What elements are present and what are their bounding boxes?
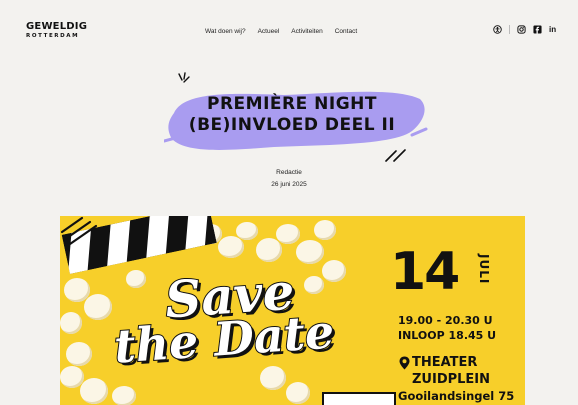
popcorn-piece [218,236,244,258]
poster-address: Gooilandsingel 75 [398,389,515,403]
popcorn-piece [322,260,346,282]
poster-headline-date: the Date [111,303,336,374]
popcorn-piece [256,238,282,262]
nav-item-contact[interactable]: Contact [335,28,357,35]
facebook-icon[interactable] [533,25,542,34]
logo-line-1: GEWELDIG [26,21,88,32]
nav-item-actueel[interactable]: Actueel [258,28,280,35]
popcorn-piece [296,240,324,264]
poster-venue-line-1: THEATER [412,355,478,370]
poster-venue-line-2: ZUIDPLEIN [412,372,491,387]
event-poster-image: Save the Date 14 JULI 19.00 - 20.30 U IN… [60,216,525,405]
title-line-2: (BE)INVLOED DEEL II [188,115,396,135]
nav-item-activiteiten[interactable]: Activiteiten [291,28,322,35]
accessibility-icon[interactable] [493,25,502,34]
popcorn-piece [112,386,136,405]
popcorn-piece [260,366,286,390]
poster-day: 14 [390,242,460,302]
social-links: in [493,25,558,34]
article-author: Redactie [276,169,302,176]
logo-line-2: ROTTERDAM [26,33,80,39]
slash-decoration-icon [385,149,406,162]
popcorn-piece [276,224,300,244]
popcorn-piece [236,222,258,240]
popcorn-piece [66,342,92,366]
linkedin-icon[interactable]: in [549,25,558,34]
main-nav: Wat doen wij? Actueel Activiteiten Conta… [205,28,357,35]
popcorn-piece [126,270,146,288]
nav-item-wat-doen-wij[interactable]: Wat doen wij? [205,28,246,35]
stripe-decoration-icon [60,216,98,246]
page-title: PREMIÈRE NIGHT (BE)INVLOED DEEL II [160,94,424,136]
social-divider [509,25,510,34]
poster-sign-decoration [322,392,396,405]
popcorn-piece [314,220,336,240]
poster-time: 19.00 - 20.30 U [398,314,493,327]
site-logo[interactable]: GEWELDIG ROTTERDAM [26,22,87,40]
popcorn-piece [80,378,108,404]
page: GEWELDIG ROTTERDAM Wat doen wij? Actueel… [0,0,578,405]
popcorn-piece [60,312,82,334]
popcorn-piece [84,294,112,320]
article-date: 26 juni 2025 [271,181,307,188]
popcorn-piece [286,382,310,404]
poster-entry: INLOOP 18.45 U [398,329,497,342]
instagram-icon[interactable] [517,25,526,34]
poster-month: JULI [477,254,491,285]
map-pin-icon [399,356,410,370]
title-line-1: PREMIÈRE NIGHT [207,94,377,114]
popcorn-piece [304,276,324,294]
